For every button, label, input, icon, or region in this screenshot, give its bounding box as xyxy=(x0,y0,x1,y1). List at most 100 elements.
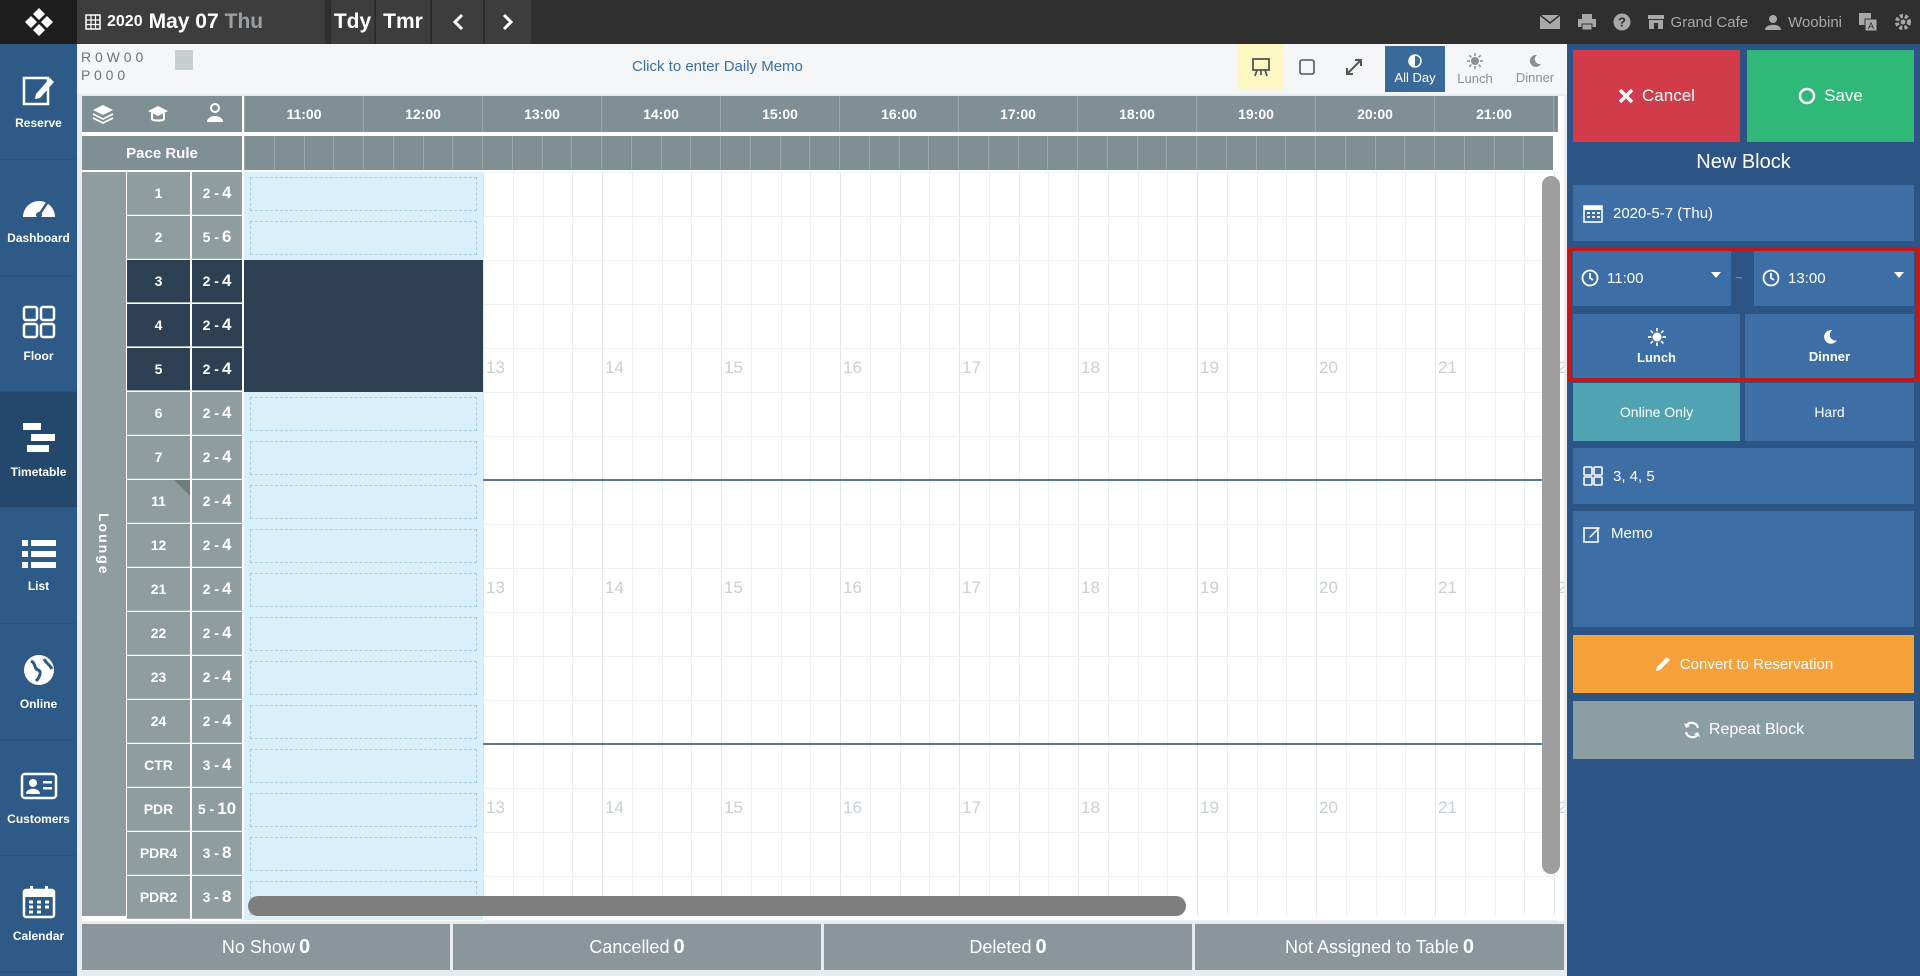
pace-rule-cell[interactable] xyxy=(1166,136,1196,170)
pace-rule-cell[interactable] xyxy=(244,136,274,170)
convert-to-reservation-button[interactable]: Convert to Reservation xyxy=(1573,635,1914,693)
pace-rule-cell[interactable] xyxy=(482,136,512,170)
pace-rule-cell[interactable] xyxy=(1196,136,1226,170)
pace-rule-cell[interactable] xyxy=(1225,136,1256,170)
pace-rule-cell[interactable] xyxy=(898,136,929,170)
table-name[interactable]: 5 xyxy=(127,348,190,391)
memo-note-icon[interactable] xyxy=(175,50,193,70)
table-name[interactable]: 4 xyxy=(127,304,190,347)
block-selected-slot[interactable] xyxy=(244,260,483,304)
pace-rule-cell[interactable] xyxy=(422,136,453,170)
table-name[interactable]: 3 xyxy=(127,260,190,303)
dinner-filter[interactable]: Dinner xyxy=(1506,46,1564,92)
hard-toggle[interactable]: Hard xyxy=(1745,383,1914,441)
block-preview-slot[interactable] xyxy=(244,700,483,744)
pace-rule-cell[interactable] xyxy=(1463,136,1494,170)
pace-rule-cell[interactable] xyxy=(809,136,839,170)
horizontal-scrollbar[interactable] xyxy=(248,896,1186,916)
online-only-toggle[interactable]: Online Only xyxy=(1573,383,1740,441)
pace-rule-cell[interactable] xyxy=(839,136,869,170)
nav-online[interactable]: Online xyxy=(0,624,77,740)
user-menu[interactable]: Woobini xyxy=(1764,14,1842,31)
pace-rule-cell[interactable] xyxy=(1315,136,1345,170)
block-preview-slot[interactable] xyxy=(244,436,483,480)
block-preview-slot[interactable] xyxy=(244,656,483,700)
pace-rule-cell[interactable] xyxy=(660,136,691,170)
block-selected-slot[interactable] xyxy=(244,348,483,392)
section-button[interactable] xyxy=(147,104,169,129)
table-name[interactable]: 6 xyxy=(127,392,190,435)
tomorrow-button[interactable]: Tmr xyxy=(375,0,430,44)
nav-customers[interactable]: Customers xyxy=(0,740,77,856)
daily-memo-prompt[interactable]: Click to enter Daily Memo xyxy=(632,58,803,75)
pace-rule-cell[interactable] xyxy=(1404,136,1434,170)
pace-rule-cell[interactable] xyxy=(1077,136,1107,170)
pace-rule-cell[interactable] xyxy=(1047,136,1077,170)
block-preview-slot[interactable] xyxy=(244,216,483,260)
pace-rule-cell[interactable] xyxy=(928,136,958,170)
expand-view-button[interactable] xyxy=(1331,44,1377,90)
deleted-tab[interactable]: Deleted 0 xyxy=(824,924,1192,970)
table-name[interactable]: PDR2 xyxy=(127,876,190,919)
pace-rule-cell[interactable] xyxy=(333,136,363,170)
language-button[interactable]: A xyxy=(1858,12,1878,32)
block-preview-slot[interactable] xyxy=(244,612,483,656)
block-preview-slot[interactable] xyxy=(244,832,483,876)
compact-view-button[interactable] xyxy=(1284,44,1330,90)
mail-button[interactable] xyxy=(1539,14,1561,30)
venue-selector[interactable]: Grand Cafe xyxy=(1647,14,1748,31)
pace-rule-cell[interactable] xyxy=(1255,136,1286,170)
table-name[interactable]: 12 xyxy=(127,524,190,567)
nav-dashboard[interactable]: Dashboard xyxy=(0,160,77,276)
pace-rule-cell[interactable] xyxy=(1374,136,1405,170)
pace-rule-cell[interactable] xyxy=(303,136,334,170)
next-day-button[interactable] xyxy=(484,0,531,44)
block-preview-slot[interactable] xyxy=(244,744,483,788)
settings-button[interactable] xyxy=(1894,13,1912,31)
pace-rule-cell[interactable] xyxy=(749,136,780,170)
repeat-block-button[interactable]: Repeat Block xyxy=(1573,701,1914,759)
pace-rule-cell[interactable] xyxy=(779,136,810,170)
table-name[interactable]: 2 xyxy=(127,216,190,259)
date-field[interactable]: 2020-5-7 (Thu) xyxy=(1573,185,1914,241)
app-logo[interactable] xyxy=(0,0,77,44)
section-lounge[interactable]: Lounge xyxy=(82,172,126,916)
table-name[interactable]: 7 xyxy=(127,436,190,479)
lunch-filter[interactable]: Lunch xyxy=(1447,46,1503,92)
no-show-tab[interactable]: No Show 0 xyxy=(82,924,450,970)
table-name[interactable]: 24 xyxy=(127,700,190,743)
pace-rule-cell[interactable] xyxy=(720,136,750,170)
pace-rule-cell[interactable] xyxy=(273,136,304,170)
table-name[interactable]: 22 xyxy=(127,612,190,655)
nav-calendar[interactable]: Calendar xyxy=(0,856,77,972)
block-selected-slot[interactable] xyxy=(244,304,483,348)
nav-reserve[interactable]: Reserve xyxy=(0,44,77,160)
pace-rule-cell[interactable] xyxy=(1285,136,1315,170)
pace-rule-cell[interactable] xyxy=(1523,136,1553,170)
pace-rule-cell[interactable] xyxy=(1017,136,1048,170)
pace-rule-cell[interactable] xyxy=(690,136,720,170)
pace-rule-cell[interactable] xyxy=(1434,136,1464,170)
pace-rule-cell[interactable] xyxy=(1493,136,1524,170)
prev-day-button[interactable] xyxy=(431,0,483,44)
not-assigned-tab[interactable]: Not Assigned to Table 0 xyxy=(1195,924,1564,970)
today-button[interactable]: Tdy xyxy=(330,0,374,44)
pace-rule-cell[interactable] xyxy=(630,136,661,170)
date-selector[interactable]: 2020 May 07 Thu xyxy=(77,0,325,44)
table-name[interactable]: PDR xyxy=(127,788,190,831)
block-preview-slot[interactable] xyxy=(244,392,483,436)
pace-rule-cell[interactable] xyxy=(541,136,572,170)
tables-field[interactable]: 3, 4, 5 xyxy=(1573,448,1914,504)
pace-rule-cell[interactable] xyxy=(601,136,631,170)
nav-list[interactable]: List xyxy=(0,508,77,624)
pace-rule-cell[interactable] xyxy=(958,136,988,170)
presentation-view-button[interactable] xyxy=(1238,44,1284,90)
pace-rule-cell[interactable] xyxy=(511,136,542,170)
block-preview-slot[interactable] xyxy=(244,568,483,612)
all-day-filter[interactable]: All Day xyxy=(1385,46,1445,92)
cancel-button[interactable]: Cancel xyxy=(1573,50,1740,142)
pace-rule-cell[interactable] xyxy=(392,136,423,170)
block-preview-slot[interactable] xyxy=(244,172,483,216)
cancelled-tab[interactable]: Cancelled 0 xyxy=(453,924,821,970)
pace-rule-cell[interactable] xyxy=(363,136,393,170)
